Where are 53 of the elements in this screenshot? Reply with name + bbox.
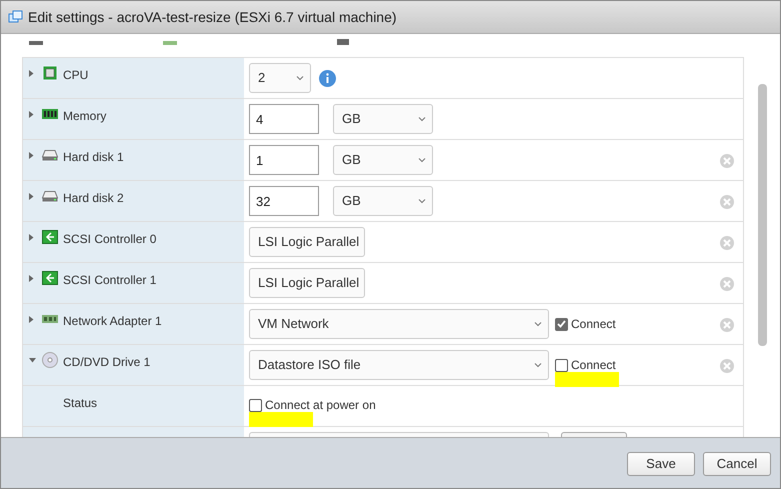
collapsed-triangle-icon[interactable] [29,234,34,240]
checkbox[interactable] [249,398,262,412]
controller-arrows-icon [42,271,58,285]
memory-module-icon [42,109,58,119]
caret-icon [534,320,542,328]
size-input[interactable]: 32 [249,186,319,216]
caret-icon [418,115,426,123]
size-input[interactable]: 4 [249,104,319,134]
device-label: Status [63,395,98,412]
checkmark-icon [557,320,566,328]
caret-icon [418,156,426,164]
checkbox[interactable] [555,318,568,330]
dropdown[interactable]: LSI Logic Parallel [249,268,365,298]
device-label: CD/DVD Drive 1 [63,354,150,371]
dropdown[interactable]: VM Network [249,309,549,339]
caret-icon [534,361,542,369]
checkbox-label: Connect at power on [265,397,376,414]
checkbox-label: Connect [571,357,616,374]
checkbox[interactable] [555,358,568,372]
window-stack-icon [8,10,24,24]
collapsed-triangle-icon[interactable] [29,70,34,76]
expanded-triangle-icon[interactable] [29,358,36,362]
device-label: Hard disk 2 [63,190,124,207]
dropdown[interactable]: 2 [249,63,311,93]
cpu-chip-icon [43,66,57,80]
hard-drive-icon [42,150,58,160]
device-label: SCSI Controller 0 [63,231,156,248]
hard-drive-icon [42,190,58,202]
dropdown[interactable]: GB [333,186,433,216]
size-input[interactable]: 1 [249,145,319,175]
info-icon[interactable] [319,70,336,87]
controller-arrows-icon [42,230,58,244]
dialog-button[interactable]: Cancel [703,452,771,476]
device-label: Hard disk 1 [63,149,124,166]
dropdown[interactable]: GB [333,104,433,134]
window-title: Edit settings - acroVA-test-resize (ESXi 6.7 virtual machine) [28,8,397,27]
collapsed-triangle-icon[interactable] [29,192,34,200]
dropdown[interactable]: LSI Logic Parallel [249,227,365,257]
device-label: Memory [63,108,106,125]
checkbox-label: Connect [571,316,616,333]
dropdown[interactable]: GB [333,145,433,175]
device-label: SCSI Controller 1 [63,272,156,289]
collapsed-triangle-icon[interactable] [29,152,34,158]
device-label: Network Adapter 1 [63,313,162,330]
disc-icon [42,352,58,368]
caret-icon [418,197,426,205]
device-label: CPU [63,67,88,84]
collapsed-triangle-icon[interactable] [29,110,34,118]
dialog-button[interactable]: Save [627,452,695,476]
dropdown[interactable]: Datastore ISO file [249,350,549,380]
collapsed-triangle-icon[interactable] [29,316,34,322]
caret-icon [296,74,304,82]
collapsed-triangle-icon[interactable] [29,274,34,282]
